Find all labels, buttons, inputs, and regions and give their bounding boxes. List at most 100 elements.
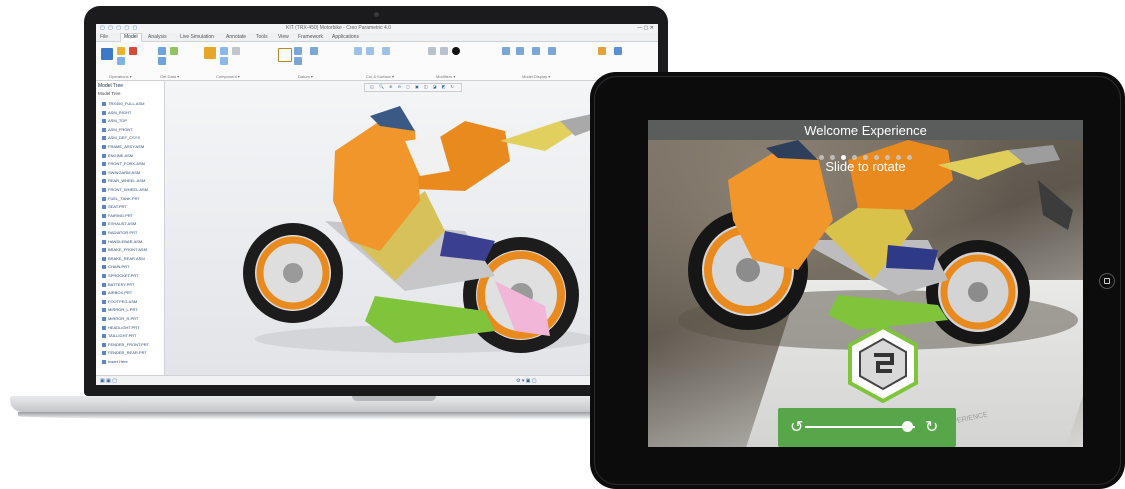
tab-framework[interactable]: Framework [298, 34, 323, 40]
model-tree-panel: Model Tree Model Tree TRX450_FULL.ASM ASM… [96, 81, 165, 375]
model-tree-row[interactable]: SPROCKET.PRT [102, 273, 139, 279]
part-icon [102, 256, 106, 261]
model-tree-row-label: MIRROR_L.PRT [108, 307, 138, 313]
model-tree-row[interactable]: BATTERY.PRT [102, 282, 135, 288]
part-icon [102, 213, 106, 218]
tab-view[interactable]: View [278, 34, 289, 40]
model-tree-row[interactable]: MIRROR_R.PRT [102, 316, 138, 322]
sweep-icon[interactable] [382, 47, 390, 55]
tab-live-simulation[interactable]: Live Simulation [180, 34, 214, 40]
display-style-icon[interactable] [502, 47, 510, 55]
extrude-icon[interactable] [354, 47, 362, 55]
model-tree-row[interactable]: BRAKE_REAR.ASM [102, 256, 145, 262]
part-icon [102, 265, 106, 270]
copy-geometry-icon[interactable] [158, 57, 166, 65]
perspective-icon[interactable] [516, 47, 524, 55]
parameters-icon[interactable] [598, 47, 606, 55]
model-tree-row[interactable]: SEAT.PRT [102, 204, 127, 210]
model-tree-row[interactable]: TAILLIGHT.PRT [102, 333, 137, 339]
model-tree-row[interactable]: RADIATOR.PRT [102, 230, 137, 236]
repeat-icon[interactable] [220, 57, 228, 65]
plane-icon[interactable] [278, 48, 292, 62]
part-icon [102, 316, 106, 321]
model-tree-row[interactable]: FENDER_FRONT.PRT [102, 342, 149, 348]
ribbon-group-label: Component ▾ [216, 74, 240, 79]
model-tree-row[interactable]: CHAIN.PRT [102, 264, 129, 270]
appearance-icon[interactable] [452, 47, 460, 55]
model-tree-row[interactable]: ASM_TOP [102, 118, 127, 124]
model-tree-row[interactable]: ENGINE.ASM [102, 153, 133, 159]
model-tree-row[interactable]: ASM_RIGHT [102, 110, 131, 116]
tab-applications[interactable]: Applications [332, 34, 359, 40]
slider-track[interactable] [805, 426, 915, 428]
model-tree-row[interactable]: FRONT_WHEEL.ASM [102, 187, 148, 193]
model-tree-row[interactable]: REAR_WHEEL.ASM [102, 178, 145, 184]
model-tree-row[interactable]: FENDER_REAR.PRT [102, 350, 147, 356]
user-defined-feature-icon[interactable] [158, 47, 166, 55]
model-tree-row[interactable]: Insert Here [102, 359, 128, 365]
ribbon-group-component: Component ▾ [202, 44, 272, 79]
pattern-icon[interactable] [428, 47, 436, 55]
component-interface-icon[interactable] [532, 47, 540, 55]
quick-access-toolbar[interactable]: ▢ ▢ ▢ ▢ ▢ [100, 25, 138, 31]
revolve-icon[interactable] [366, 47, 374, 55]
part-icon [102, 101, 106, 106]
paste-icon[interactable] [117, 57, 125, 65]
model-tree-row[interactable]: ASM_FRONT [102, 127, 133, 133]
window-controls[interactable]: — ▢ ✕ [637, 25, 654, 31]
part-icon [102, 248, 106, 253]
ribbon-group-datum: Datum ▾ [276, 44, 348, 79]
model-tree-row-label: BATTERY.PRT [108, 281, 135, 287]
model-tree-title[interactable]: Model Tree [98, 83, 123, 89]
create-icon[interactable] [220, 47, 228, 55]
status-icons-right[interactable]: ⚙ ▾ ▣ ▢ [516, 378, 537, 384]
model-tree-row[interactable]: TRX450_FULL.ASM [102, 101, 144, 107]
rotate-right-icon[interactable]: ↻ [925, 417, 938, 437]
model-tree-row[interactable]: FRONT_FORK.ASM [102, 161, 145, 167]
model-tree-row[interactable]: AIRBOX.PRT [102, 290, 132, 296]
relations-icon[interactable] [614, 47, 622, 55]
rotate-left-icon[interactable]: ↺ [790, 417, 803, 437]
model-tree-row-label: SWINGARM.ASM [108, 169, 141, 175]
model-tree-row[interactable]: FAIRING.PRT [102, 213, 133, 219]
slider-thumb[interactable] [901, 421, 913, 432]
model-tree-row[interactable]: FOOTPEG.ASM [102, 299, 137, 305]
model-tree-row[interactable]: ASM_DEF_CSYS [102, 135, 140, 141]
model-tree-subtitle[interactable]: Model Tree [98, 91, 121, 96]
model-tree-row[interactable]: BRAKE_FRONT.ASM [102, 247, 147, 253]
assemble-icon[interactable] [204, 47, 216, 59]
regenerate-icon[interactable] [101, 48, 113, 60]
shrinkwrap-icon[interactable] [170, 47, 178, 55]
part-icon [102, 170, 106, 175]
delete-icon[interactable] [129, 47, 137, 55]
tab-tools[interactable]: Tools [256, 34, 268, 40]
model-tree-row[interactable]: HANDLEBAR.ASM [102, 239, 142, 245]
csys-icon[interactable] [310, 47, 318, 55]
model-tree-row[interactable]: SWINGARM.ASM [102, 170, 140, 176]
ribbon-group-model-display: Model Display ▾ [500, 44, 590, 79]
tab-model[interactable]: Model [120, 33, 142, 42]
model-tree-row[interactable]: MIRROR_L.PRT [102, 307, 138, 313]
rotate-slider[interactable]: ↺ ↻ [778, 408, 956, 447]
part-icon [102, 127, 106, 132]
section-icon[interactable] [548, 47, 556, 55]
model-tree-row-label: SPROCKET.PRT [108, 273, 139, 278]
part-icon [102, 144, 106, 149]
graphics-viewport[interactable] [165, 81, 658, 375]
tab-annotate[interactable]: Annotate [226, 34, 246, 40]
model-tree-row-label: FENDER_FRONT.PRT [108, 341, 150, 347]
tab-analysis[interactable]: Analysis [148, 34, 167, 40]
ribbon-group-operations: Operations ▾ [99, 44, 151, 79]
axis-icon[interactable] [294, 47, 302, 55]
model-tree-row[interactable]: FUEL_TANK.PRT [102, 196, 140, 202]
copy-icon[interactable] [117, 47, 125, 55]
point-icon[interactable] [294, 57, 302, 65]
model-tree-row[interactable]: FRAME_ASSY.ASM [102, 144, 144, 150]
package-icon[interactable] [232, 47, 240, 55]
status-icons-left[interactable]: ▣ ▣ ▢ [100, 378, 117, 384]
model-tree-row[interactable]: HEADLIGHT.PRT [102, 325, 140, 331]
tab-file[interactable]: File [100, 34, 108, 40]
mirror-icon[interactable] [440, 47, 448, 55]
model-tree-row[interactable]: EXHAUST.ASM [102, 221, 136, 227]
view-toolbar[interactable]: ◱ 🔍 ⊕ ⊖ ▢ ▣ ◫ ◪ ◩ ↻ [364, 83, 462, 92]
